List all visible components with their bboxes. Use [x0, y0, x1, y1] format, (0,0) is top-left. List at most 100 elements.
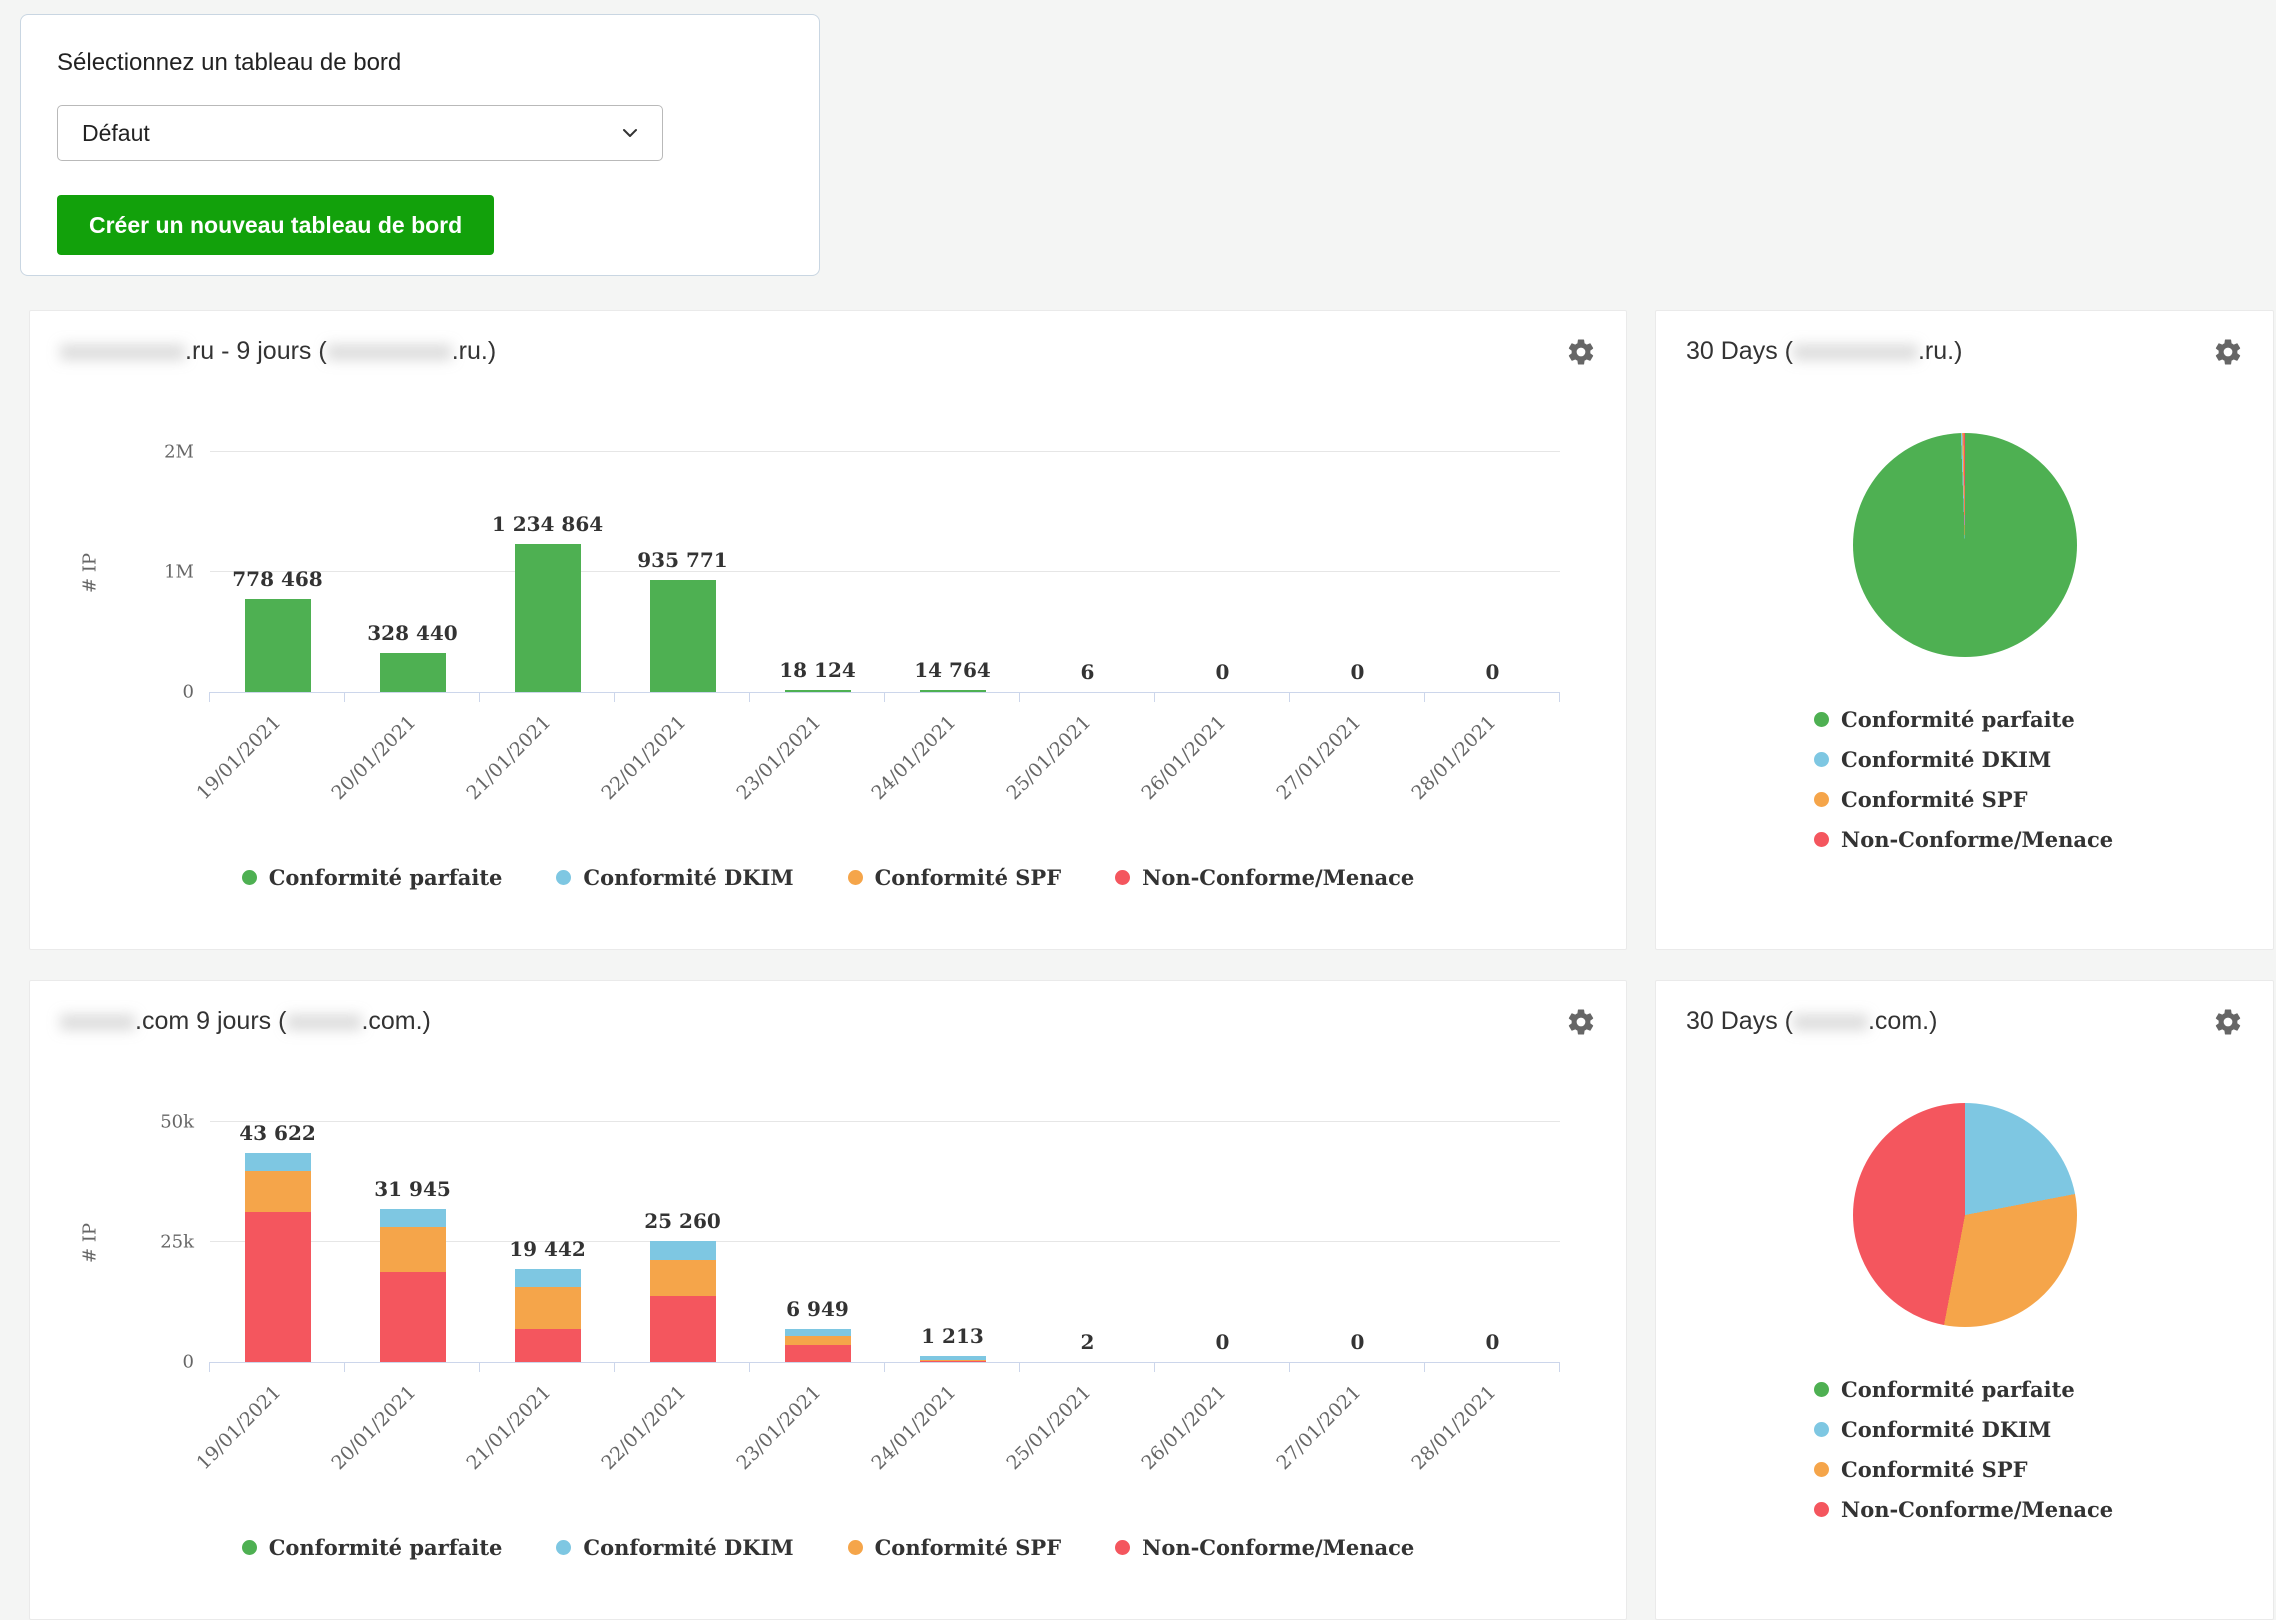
bar[interactable] — [245, 1153, 311, 1362]
title-text: 30 Days ( — [1686, 337, 1793, 365]
legend-item[interactable]: Conformité DKIM — [556, 1535, 793, 1560]
redacted-text: xxxxxxxxxx — [327, 337, 452, 365]
bar-segment[interactable] — [785, 690, 851, 692]
bar-segment[interactable] — [380, 1227, 446, 1272]
bar-segment[interactable] — [245, 1153, 311, 1171]
legend-item[interactable]: Conformité SPF — [848, 1535, 1062, 1560]
bar-slot: 027/01/2021 — [1290, 453, 1425, 692]
y-axis-tick-label: 1M — [164, 562, 194, 583]
bar-segment[interactable] — [650, 580, 716, 692]
bar-segment[interactable] — [515, 1287, 581, 1329]
legend-label: Conformité parfaite — [1841, 707, 2075, 732]
gridline — [210, 451, 1560, 452]
x-axis-tick-label: 27/01/2021 — [1272, 1381, 1365, 1474]
redacted-text: xxxxxx — [1793, 1007, 1868, 1035]
bar-segment[interactable] — [920, 690, 986, 692]
bar-segment[interactable] — [515, 1329, 581, 1362]
title-text: .ru.) — [452, 337, 496, 365]
legend-label: Conformité parfaite — [269, 1535, 503, 1560]
bar-segment[interactable] — [245, 599, 311, 692]
legend-dot — [1115, 1540, 1130, 1555]
gear-icon[interactable] — [1566, 337, 1596, 367]
title-text: .ru - 9 jours ( — [185, 337, 327, 365]
legend-item[interactable]: Non-Conforme/Menace — [1814, 1497, 2243, 1522]
gear-icon[interactable] — [1566, 1007, 1596, 1037]
bar-segment[interactable] — [380, 1209, 446, 1227]
bar[interactable] — [785, 690, 851, 692]
bar-value-label: 778 468 — [232, 567, 322, 591]
bar[interactable] — [920, 690, 986, 692]
legend-item[interactable]: Conformité SPF — [1814, 1457, 2243, 1482]
bar-value-label: 43 622 — [239, 1121, 316, 1145]
x-axis-tick-label: 22/01/2021 — [597, 1381, 690, 1474]
legend-item[interactable]: Conformité parfaite — [242, 1535, 503, 1560]
bar-chart-card-ru: xxxxxxxxxx.ru - 9 jours (xxxxxxxxxx.ru.)… — [29, 310, 1627, 950]
bar-slot: 028/01/2021 — [1425, 1123, 1560, 1362]
legend-item[interactable]: Non-Conforme/Menace — [1115, 1535, 1414, 1560]
bar-slot: 43 62219/01/2021 — [210, 1123, 345, 1362]
bar[interactable] — [650, 1241, 716, 1362]
bar[interactable] — [380, 1209, 446, 1362]
bar-segment[interactable] — [650, 1296, 716, 1362]
bar-value-label: 0 — [1351, 1330, 1365, 1354]
title-text: .ru.) — [1918, 337, 1962, 365]
bar-segment[interactable] — [785, 1336, 851, 1345]
y-axis-tick-label: 0 — [183, 682, 194, 703]
bar-segment[interactable] — [515, 544, 581, 692]
legend-item[interactable]: Conformité SPF — [1814, 787, 2243, 812]
legend-item[interactable]: Conformité DKIM — [1814, 747, 2243, 772]
bar-segment[interactable] — [245, 1212, 311, 1362]
bar-segment[interactable] — [515, 1269, 581, 1287]
x-axis-tick-label: 20/01/2021 — [327, 1381, 420, 1474]
bar-slot: 6 94923/01/2021 — [750, 1123, 885, 1362]
bar-slot: 31 94520/01/2021 — [345, 1123, 480, 1362]
legend-dot — [242, 870, 257, 885]
pie-chart[interactable] — [1853, 433, 2077, 657]
legend-item[interactable]: Conformité SPF — [848, 865, 1062, 890]
bar-slot: 18 12423/01/2021 — [750, 453, 885, 692]
card-header: 30 Days (xxxxxxxxxx.ru.) — [1686, 337, 2243, 367]
gear-icon[interactable] — [2213, 337, 2243, 367]
bar-segment[interactable] — [650, 1260, 716, 1296]
bar[interactable] — [920, 1356, 986, 1362]
bar-segment[interactable] — [785, 1329, 851, 1337]
legend-item[interactable]: Conformité parfaite — [1814, 1377, 2243, 1402]
create-dashboard-button[interactable]: Créer un nouveau tableau de bord — [57, 195, 494, 255]
bar-segment[interactable] — [380, 1272, 446, 1362]
bar-slot: 19 44221/01/2021 — [480, 1123, 615, 1362]
dashboard-select[interactable]: Défaut — [57, 105, 663, 161]
bar-value-label: 14 764 — [914, 658, 991, 682]
bar[interactable] — [515, 544, 581, 692]
legend-item[interactable]: Conformité parfaite — [1814, 707, 2243, 732]
legend-item[interactable]: Conformité parfaite — [242, 865, 503, 890]
bar-segment[interactable] — [920, 1361, 986, 1362]
y-axis-tick-label: 25k — [160, 1232, 194, 1253]
bar-value-label: 0 — [1486, 1330, 1500, 1354]
pie-chart-wrap — [1686, 367, 2243, 657]
bar-segment[interactable] — [380, 653, 446, 692]
y-axis-title: # IP — [80, 553, 101, 593]
legend-item[interactable]: Non-Conforme/Menace — [1814, 827, 2243, 852]
bar-segment[interactable] — [245, 1171, 311, 1213]
x-axis-tick-label: 24/01/2021 — [867, 1381, 960, 1474]
bar-segment[interactable] — [650, 1241, 716, 1260]
pie-chart[interactable] — [1853, 1103, 2077, 1327]
legend-item[interactable]: Conformité DKIM — [556, 865, 793, 890]
bar-slot: 778 46819/01/2021 — [210, 453, 345, 692]
bar[interactable] — [515, 1269, 581, 1362]
legend-item[interactable]: Non-Conforme/Menace — [1115, 865, 1414, 890]
bar[interactable] — [650, 580, 716, 692]
bar[interactable] — [785, 1329, 851, 1362]
title-text: 30 Days ( — [1686, 1007, 1793, 1035]
bar-value-label: 328 440 — [367, 621, 457, 645]
select-value: Défaut — [82, 120, 150, 147]
legend-item[interactable]: Conformité DKIM — [1814, 1417, 2243, 1442]
legend-dot — [1814, 1382, 1829, 1397]
legend-dot — [242, 1540, 257, 1555]
bar[interactable] — [245, 599, 311, 692]
bar-segment[interactable] — [785, 1345, 851, 1362]
bar[interactable] — [380, 653, 446, 692]
gear-icon[interactable] — [2213, 1007, 2243, 1037]
legend-label: Non-Conforme/Menace — [1841, 1497, 2113, 1522]
bar-value-label: 19 442 — [509, 1237, 586, 1261]
